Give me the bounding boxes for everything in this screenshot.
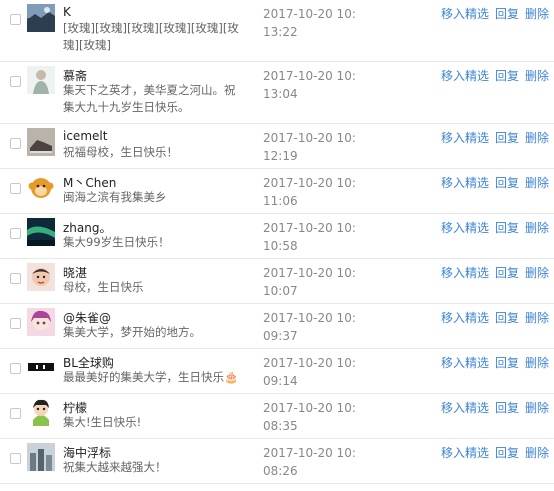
comment-text: 最最美好的集美大学，生日快乐🎂 [63, 370, 239, 384]
delete-button[interactable]: 删除 [525, 7, 549, 21]
row-actions: 移入精选 回复 删除 [441, 309, 549, 326]
city-avatar-icon[interactable] [27, 443, 55, 471]
comment-row: icemelt 祝福母校，生日快乐！ 2017-10-20 10:12:19 移… [0, 124, 554, 169]
landscape-avatar-icon[interactable] [27, 4, 55, 32]
delete-button[interactable]: 删除 [525, 356, 549, 370]
feature-button[interactable]: 移入精选 [441, 221, 489, 235]
select-checkbox[interactable] [10, 76, 21, 87]
aurora-avatar-icon[interactable] [27, 218, 55, 246]
feature-button[interactable]: 移入精选 [441, 176, 489, 190]
comment-text: 闽海之滨有我集美乡 [63, 190, 167, 204]
row-actions: 移入精选 回复 删除 [441, 444, 549, 461]
comment-text: 集天下之英才，美华夏之河山。祝集大九十九岁生日快乐。 [63, 83, 236, 114]
monkey-avatar-icon[interactable] [27, 173, 55, 201]
comment-text: 祝集大越来越强大！ [63, 460, 167, 474]
feature-button[interactable]: 移入精选 [441, 131, 489, 145]
select-checkbox[interactable] [10, 363, 21, 374]
reply-button[interactable]: 回复 [495, 266, 519, 280]
comment-time: 2017-10-20 10:08:35 [263, 401, 356, 433]
comment-row: 慕斋 集天下之英才，美华夏之河山。祝集大九十九岁生日快乐。 2017-10-20… [0, 62, 554, 124]
shoes-avatar-icon[interactable] [27, 128, 55, 156]
comment-time: 2017-10-20 10:13:04 [263, 69, 356, 101]
comment-row: 柠檬 集大!生日快乐! 2017-10-20 10:08:35 移入精选 回复 删除 [0, 394, 554, 439]
reply-button[interactable]: 回复 [495, 446, 519, 460]
comment-time: 2017-10-20 10:08:26 [263, 446, 356, 478]
row-actions: 移入精选 回复 删除 [441, 129, 549, 146]
feature-button[interactable]: 移入精选 [441, 356, 489, 370]
select-checkbox[interactable] [10, 408, 21, 419]
delete-button[interactable]: 删除 [525, 176, 549, 190]
reply-button[interactable]: 回复 [495, 7, 519, 21]
user-name[interactable]: icemelt [63, 129, 107, 143]
reply-button[interactable]: 回复 [495, 221, 519, 235]
row-actions: 移入精选 回复 删除 [441, 399, 549, 416]
row-actions: 移入精选 回复 删除 [441, 219, 549, 236]
reply-button[interactable]: 回复 [495, 356, 519, 370]
reply-button[interactable]: 回复 [495, 131, 519, 145]
comment-time: 2017-10-20 10:11:06 [263, 176, 356, 208]
comment-text: 集大!生日快乐! [63, 415, 142, 429]
feature-button[interactable]: 移入精选 [441, 311, 489, 325]
select-checkbox[interactable] [10, 138, 21, 149]
anime-avatar-icon[interactable] [27, 308, 55, 336]
comment-row: 海中浮标 祝集大越来越强大！ 2017-10-20 10:08:26 移入精选回… [0, 439, 554, 484]
reply-button[interactable]: 回复 [495, 176, 519, 190]
baby-avatar-icon[interactable] [27, 263, 55, 291]
select-checkbox[interactable] [10, 228, 21, 239]
select-checkbox[interactable] [10, 453, 21, 464]
delete-button[interactable]: 删除 [525, 266, 549, 280]
select-checkbox[interactable] [10, 14, 21, 25]
comment-text: [玫瑰][玫瑰][玫瑰][玫瑰][玫瑰][玫瑰][玫瑰] [63, 21, 239, 52]
row-actions: 移入精选 回复 删除 [441, 264, 549, 281]
feature-button[interactable]: 移入精选 [441, 401, 489, 415]
reply-button[interactable]: 回复 [495, 311, 519, 325]
reply-button[interactable]: 回复 [495, 69, 519, 83]
comment-row: @朱雀@ 集美大学，梦开始的地方。 2017-10-20 10:09:37 移入… [0, 304, 554, 349]
comment-time: 2017-10-20 10:13:22 [263, 7, 356, 39]
comment-time: 2017-10-20 10:10:07 [263, 266, 356, 298]
delete-button[interactable]: 删除 [525, 311, 549, 325]
feature-button[interactable]: 移入精选 [441, 69, 489, 83]
comment-text: 集美大学，梦开始的地方。 [63, 325, 201, 339]
delete-button[interactable]: 删除 [525, 131, 549, 145]
delete-button[interactable]: 删除 [525, 221, 549, 235]
logo-avatar-icon[interactable] [27, 353, 55, 381]
comment-row: K [玫瑰][玫瑰][玫瑰][玫瑰][玫瑰][玫瑰][玫瑰] 2017-10-2… [0, 0, 554, 62]
feature-button[interactable]: 移入精选 [441, 266, 489, 280]
comment-text: 祝福母校，生日快乐！ [63, 145, 178, 159]
comment-time: 2017-10-20 10:10:58 [263, 221, 356, 253]
feature-button[interactable]: 移入精选 [441, 446, 489, 460]
delete-button[interactable]: 删除 [525, 401, 549, 415]
comment-text: 母校，生日快乐 [63, 280, 144, 294]
comment-time: 2017-10-20 10:09:37 [263, 311, 356, 343]
comment-time: 2017-10-20 10:09:14 [263, 356, 356, 388]
comment-row: 晓湛 母校，生日快乐 2017-10-20 10:10:07 移入精选 回复 删除 [0, 259, 554, 304]
select-checkbox[interactable] [10, 318, 21, 329]
comment-row: BL全球购 最最美好的集美大学，生日快乐🎂 2017-10-20 10:09:1… [0, 349, 554, 394]
comment-row: zhang。 集大99岁生日快乐！ 2017-10-20 10:10:58 移入… [0, 214, 554, 259]
comment-row: M丶Chen 闽海之滨有我集美乡 2017-10-20 10:11:06 移入精… [0, 169, 554, 214]
user-name[interactable]: K [63, 5, 71, 19]
comment-text: 集大99岁生日快乐！ [63, 235, 170, 249]
row-actions: 移入精选 回复 删除 [441, 67, 549, 84]
delete-button[interactable]: 删除 [525, 69, 549, 83]
cartoon-avatar-icon[interactable] [27, 398, 55, 426]
delete-button[interactable]: 删除 [525, 446, 549, 460]
select-checkbox[interactable] [10, 273, 21, 284]
row-actions: 移入精选 回复 删除 [441, 174, 549, 191]
comment-list: K [玫瑰][玫瑰][玫瑰][玫瑰][玫瑰][玫瑰][玫瑰] 2017-10-2… [0, 0, 554, 484]
row-actions: 移入精选 回复 删除 [441, 354, 549, 371]
select-checkbox[interactable] [10, 183, 21, 194]
figure-avatar-icon[interactable] [27, 66, 55, 94]
reply-button[interactable]: 回复 [495, 401, 519, 415]
feature-button[interactable]: 移入精选 [441, 7, 489, 21]
row-actions: 移入精选 回复 删除 [441, 5, 549, 22]
comment-time: 2017-10-20 10:12:19 [263, 131, 356, 163]
